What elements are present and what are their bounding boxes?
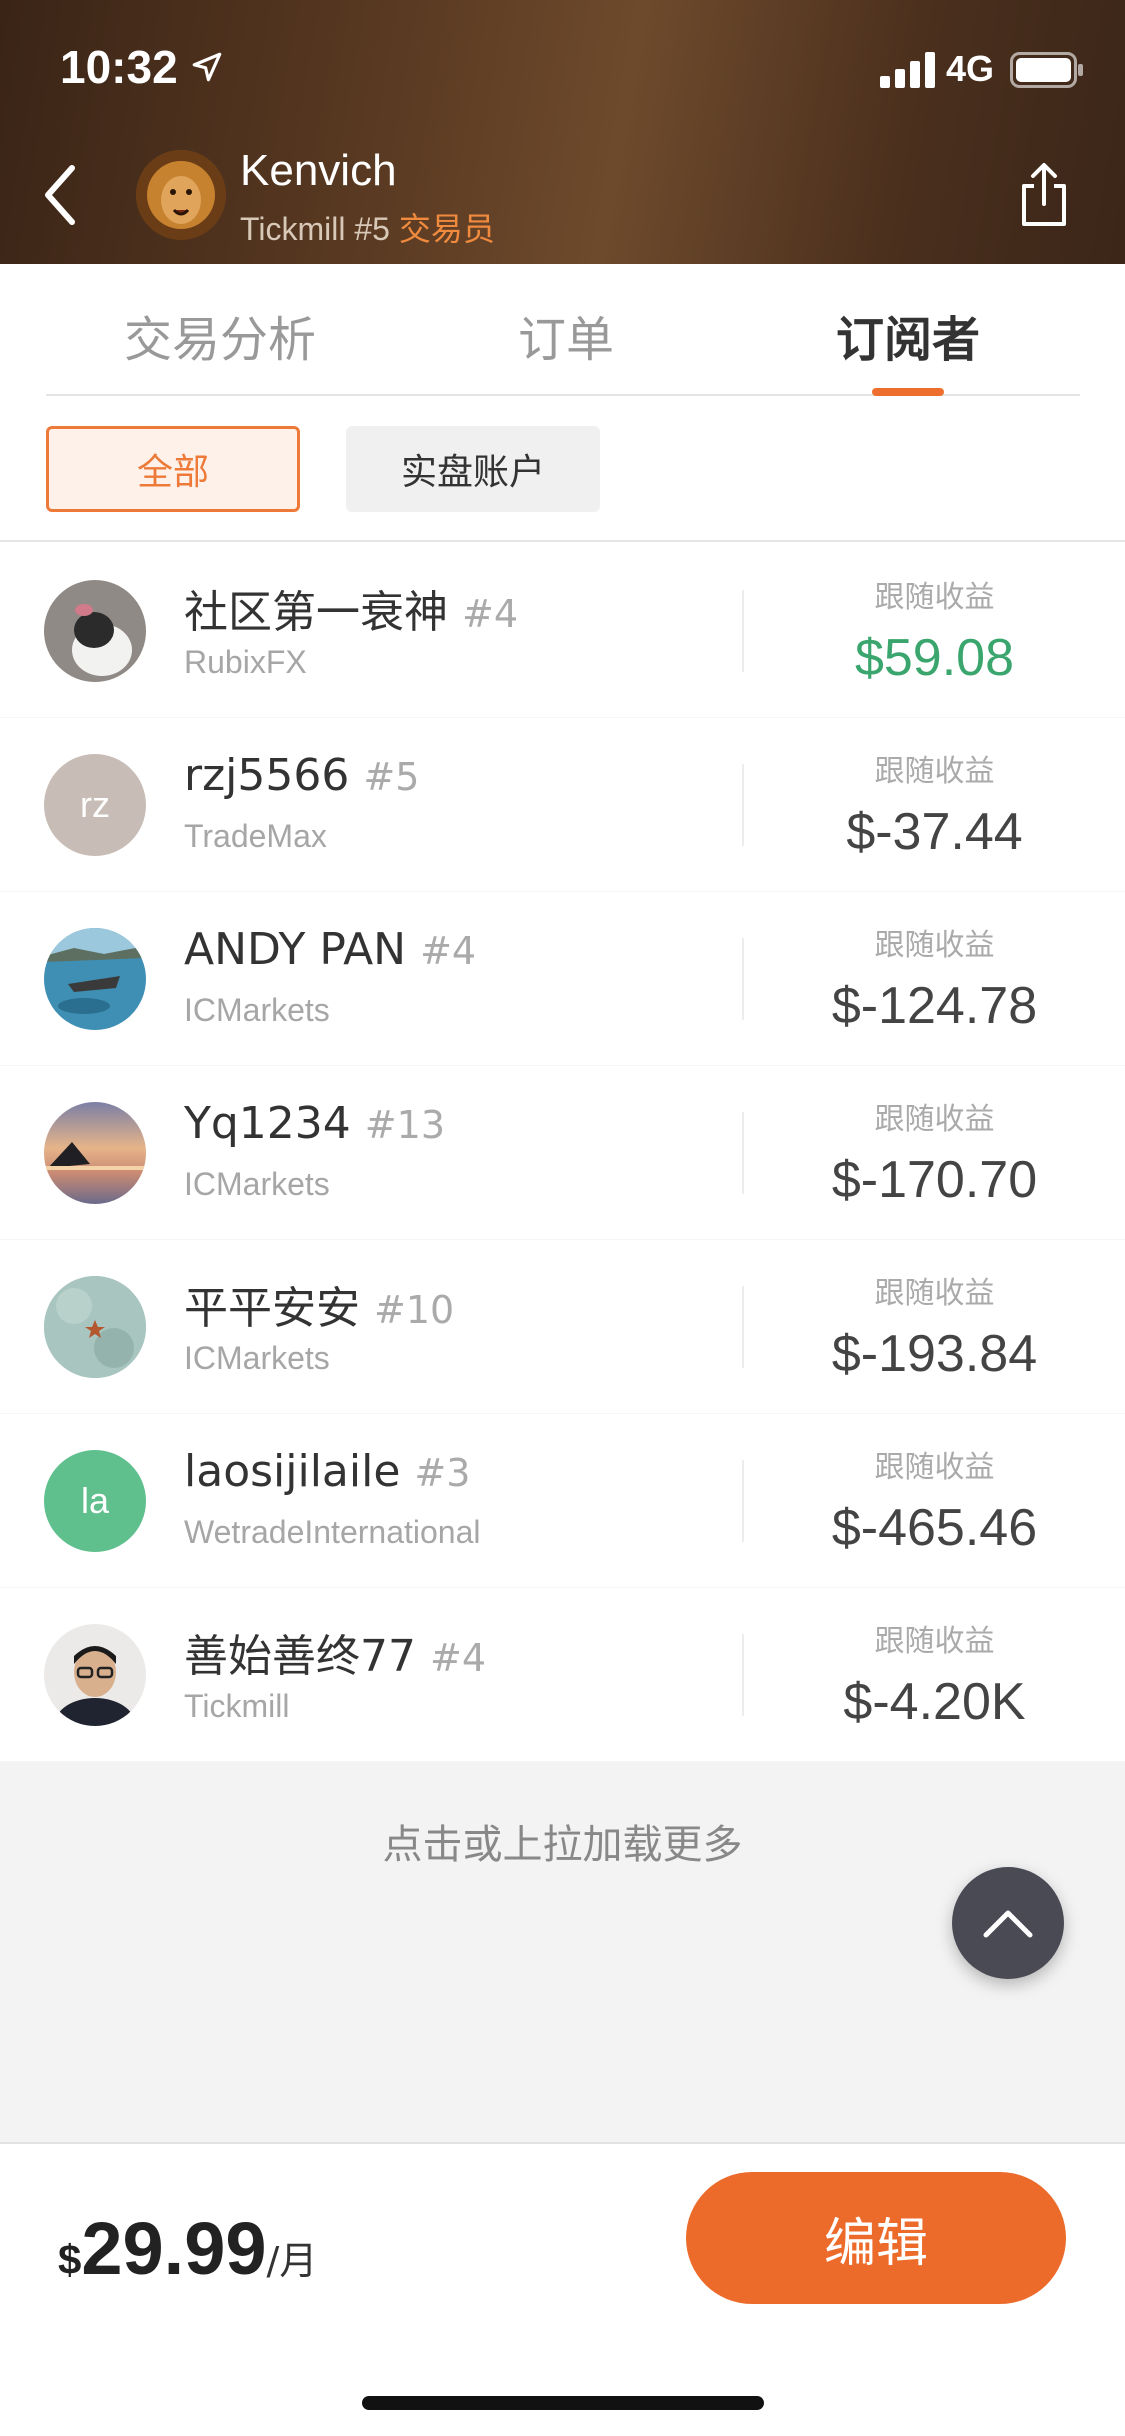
earnings-label: 跟随收益 [874, 580, 995, 615]
person-photo-icon [44, 1624, 146, 1726]
load-more-area[interactable]: 点击或上拉加载更多 [0, 1762, 1125, 2144]
avatar [44, 1624, 146, 1726]
earnings-value: $-170.70 [831, 1151, 1038, 1209]
subscriber-name: 平平安安 #10 [184, 1272, 454, 1336]
trader-broker-rank: Tickmill #5 交易员 [240, 204, 495, 250]
lion-avatar-icon [136, 150, 226, 240]
price-amount: 29.99 [81, 2207, 267, 2290]
list-item[interactable]: ANDY PAN #4 ICMarkets 跟随收益 $-124.78 [0, 892, 1125, 1066]
network-type: 4G [946, 48, 995, 89]
filter-all-button[interactable]: 全部 [46, 426, 300, 512]
load-more-text[interactable]: 点击或上拉加载更多 [0, 1812, 1125, 1870]
sunset-photo-icon [44, 1102, 146, 1204]
subscriber-name-text: Yq1234 [184, 1098, 351, 1149]
subscriber-rank: #4 [462, 592, 519, 636]
list-item[interactable]: rz rzj5566 #5 TradeMax 跟随收益 $-37.44 [0, 718, 1125, 892]
earnings-label: 跟随收益 [874, 754, 995, 789]
cat-photo-icon [44, 580, 146, 682]
price-unit: /月 [266, 2239, 318, 2283]
list-item[interactable]: 社区第一衰神 #4 RubixFX 跟随收益 $59.08 [0, 544, 1125, 718]
subscriber-rank: #4 [430, 1636, 487, 1680]
subscription-price: $29.99/月 [58, 2206, 317, 2291]
boat-photo-icon [44, 928, 146, 1030]
filter-bar: 全部 实盘账户 [0, 396, 1125, 542]
home-indicator [362, 2396, 764, 2410]
earnings-value: $-124.78 [831, 977, 1038, 1035]
earnings-label: 跟随收益 [874, 1276, 995, 1311]
profile-header: 10:32 4G Kenvich Tickmill #5 交易员 [0, 0, 1125, 264]
subscriber-rank: #4 [420, 929, 477, 973]
subscriber-name-text: 平平安安 [184, 1283, 360, 1334]
avatar [44, 1276, 146, 1378]
subscriber-list: 社区第一衰神 #4 RubixFX 跟随收益 $59.08 rz rzj5566 #… [0, 544, 1125, 1762]
avatar: la [44, 1450, 146, 1552]
avatar: rz [44, 754, 146, 856]
earnings-value: $-4.20K [843, 1673, 1026, 1731]
location-arrow-icon [192, 52, 222, 82]
trader-broker-rank-text: Tickmill #5 [240, 211, 399, 247]
subscriber-rank: #5 [363, 755, 420, 799]
tab-orders[interactable]: 订单 [518, 300, 614, 370]
status-bar: 10:32 4G [0, 0, 1125, 140]
subscriber-name-text: ANDY PAN [184, 924, 407, 975]
share-icon[interactable] [1016, 160, 1072, 230]
list-item[interactable]: la laosijilaile #3 WetradeInternational 跟… [0, 1414, 1125, 1588]
subscriber-rank: #10 [374, 1288, 455, 1332]
list-item[interactable]: 平平安安 #10 ICMarkets 跟随收益 $-193.84 [0, 1240, 1125, 1414]
scroll-to-top-button[interactable] [952, 1867, 1064, 1979]
subscriber-name: laosijilaile #3 [184, 1446, 470, 1497]
tab-subscribers[interactable]: 订阅者 [836, 300, 980, 370]
earnings-value: $-193.84 [831, 1325, 1038, 1383]
earnings-value: $-37.44 [846, 803, 1023, 861]
chevron-up-icon [983, 1910, 1033, 1938]
avatar [44, 1102, 146, 1204]
earnings-label: 跟随收益 [874, 1102, 995, 1137]
subscriber-broker: Tickmill [184, 1688, 290, 1724]
avatar [44, 580, 146, 682]
cellular-signal-icon [880, 52, 935, 88]
tab-bar: 交易分析 订单 订阅者 [46, 264, 1080, 396]
earnings-value: $-465.46 [831, 1499, 1038, 1557]
trader-avatar[interactable] [136, 150, 226, 240]
subscriber-broker: ICMarkets [184, 992, 330, 1028]
list-item[interactable]: Yq1234 #13 ICMarkets 跟随收益 $-170.70 [0, 1066, 1125, 1240]
filter-live-account-button[interactable]: 实盘账户 [346, 426, 600, 512]
subscription-footer: $29.99/月 编辑 [0, 2146, 1125, 2436]
earnings-label: 跟随收益 [874, 1624, 995, 1659]
avatar [44, 928, 146, 1030]
subscriber-name: ANDY PAN #4 [184, 924, 476, 975]
edit-button[interactable]: 编辑 [686, 2172, 1066, 2304]
subscriber-broker: ICMarkets [184, 1340, 330, 1376]
subscriber-rank: #3 [414, 1451, 471, 1495]
starfish-photo-icon [44, 1276, 146, 1378]
list-item[interactable]: 善始善终77 #4 Tickmill 跟随收益 $-4.20K [0, 1588, 1125, 1762]
back-chevron-icon[interactable] [40, 160, 80, 230]
trader-role: 交易员 [398, 211, 495, 247]
subscriber-name-text: 社区第一衰神 [184, 587, 448, 638]
subscriber-name: Yq1234 #13 [184, 1098, 445, 1149]
status-time: 10:32 [60, 41, 178, 93]
earnings-label: 跟随收益 [874, 928, 995, 963]
earnings-value: $59.08 [854, 629, 1015, 687]
subscriber-rank: #13 [364, 1103, 445, 1147]
subscriber-name: 善始善终77 #4 [184, 1620, 486, 1684]
subscriber-name: 社区第一衰神 #4 [184, 576, 518, 640]
subscriber-broker: TradeMax [184, 818, 327, 854]
active-tab-indicator [872, 388, 944, 396]
subscriber-name-text: laosijilaile [184, 1446, 401, 1497]
subscriber-broker: ICMarkets [184, 1166, 330, 1202]
subscriber-name-text: 善始善终77 [184, 1631, 416, 1682]
subscriber-broker: RubixFX [184, 644, 307, 680]
subscriber-name: rzj5566 #5 [184, 750, 419, 801]
subscriber-name-text: rzj5566 [184, 750, 350, 801]
price-currency: $ [58, 2236, 82, 2283]
battery-icon [1010, 52, 1083, 88]
tab-trade-analysis[interactable]: 交易分析 [124, 300, 316, 370]
earnings-label: 跟随收益 [874, 1450, 995, 1485]
trader-name: Kenvich [240, 146, 397, 195]
subscriber-broker: WetradeInternational [184, 1514, 481, 1550]
